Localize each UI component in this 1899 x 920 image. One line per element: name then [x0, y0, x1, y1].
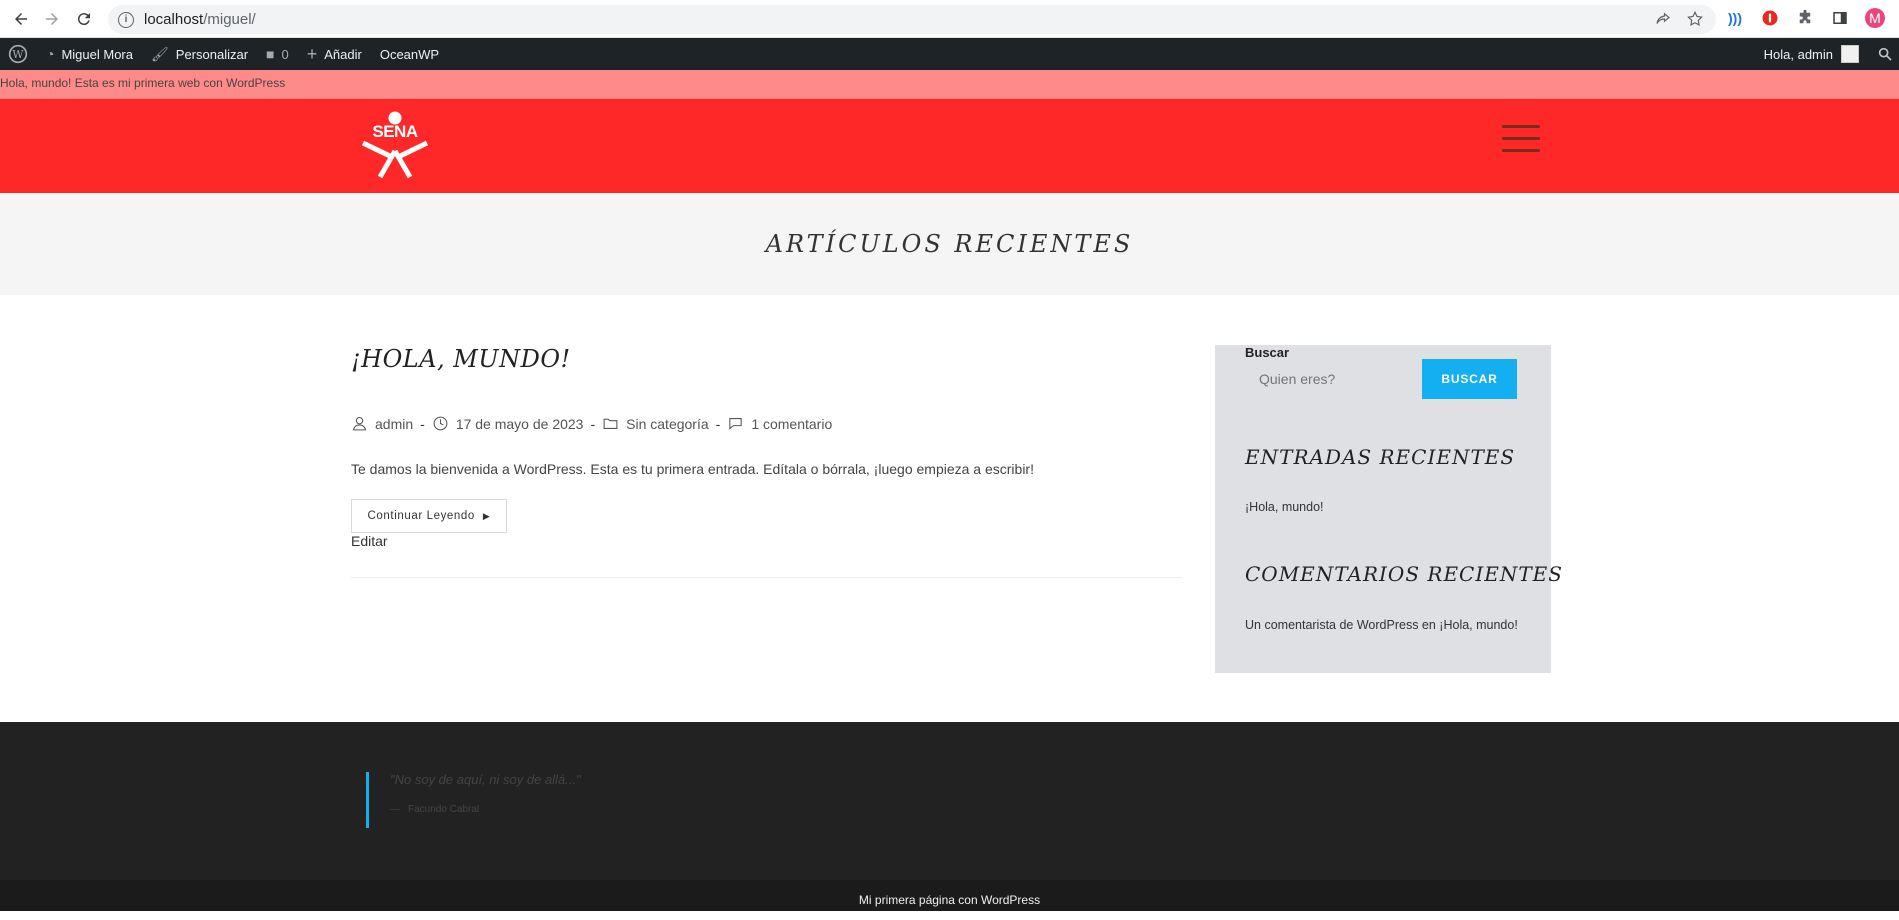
- site-info-icon[interactable]: i: [118, 11, 134, 28]
- quote-author: — Facundo Cabral: [390, 804, 480, 815]
- article-divider: [351, 577, 1182, 578]
- recent-posts-title: ENTRADAS RECIENTES: [1245, 445, 1516, 469]
- url-host: localhost: [144, 11, 204, 28]
- address-bar[interactable]: i localhost/miguel/: [108, 5, 1716, 34]
- adblock-extension-icon[interactable]: [1760, 8, 1780, 28]
- continue-reading-label: Continuar Leyendo: [367, 510, 475, 522]
- top-bar: Hola, mundo! Esta es mi primera web con …: [0, 70, 1899, 99]
- admin-greeting: Hola, admin: [1763, 46, 1833, 62]
- post-article: ¡HOLA, MUNDO! admin - 17 de mayo de 2023…: [351, 345, 1182, 578]
- post-comments[interactable]: 1 comentario: [727, 415, 832, 432]
- post-category[interactable]: Sin categoría: [602, 415, 709, 432]
- extensions-area: ))) M: [1725, 8, 1885, 28]
- wordpress-logo-menu[interactable]: W: [0, 38, 38, 70]
- admin-account-area: Hola, admin: [1756, 38, 1899, 70]
- brush-icon: 🖌: [151, 45, 169, 62]
- back-button[interactable]: [6, 4, 36, 34]
- side-panel-icon[interactable]: [1830, 8, 1850, 28]
- add-new-menu[interactable]: + Añadir: [299, 38, 372, 70]
- wp-admin-bar: W ◔ Miguel Mora 🖌 Personalizar ■ 0 + Aña…: [0, 38, 1899, 70]
- url-path: /miguel/: [203, 11, 256, 28]
- dashboard-icon: ◔: [46, 46, 55, 62]
- date-text: 17 de mayo de 2023: [455, 415, 584, 432]
- sena-logo[interactable]: SENA: [360, 111, 430, 179]
- recent-comments-title: COMENTARIOS RECIENTES: [1245, 562, 1563, 586]
- oceanwp-menu[interactable]: OceanWP: [372, 38, 449, 70]
- wifi-extension-icon[interactable]: ))): [1725, 8, 1745, 28]
- recent-comment-link[interactable]: Un comentarista de WordPress en ¡Hola, m…: [1245, 618, 1518, 632]
- comments-count: 0: [281, 46, 289, 62]
- share-icon[interactable]: [1654, 10, 1672, 28]
- site-header: SENA: [0, 99, 1899, 193]
- folder-icon: [603, 418, 618, 429]
- add-new-label: Añadir: [324, 46, 362, 62]
- recent-post-link[interactable]: ¡Hola, mundo!: [1245, 500, 1324, 514]
- customize-link[interactable]: 🖌 Personalizar: [143, 38, 258, 70]
- sidebar: Buscar BUSCAR ENTRADAS RECIENTES ¡Hola, …: [1215, 345, 1562, 673]
- search-icon: [1878, 47, 1892, 61]
- post-date: 17 de mayo de 2023: [432, 415, 584, 432]
- user-icon: [352, 416, 367, 431]
- extensions-puzzle-icon[interactable]: [1795, 8, 1815, 28]
- site-name: Miguel Mora: [61, 46, 133, 62]
- post-excerpt: Te damos la bienvenida a WordPress. Esta…: [351, 461, 1034, 477]
- quote-author-name: Facundo Cabral: [408, 804, 480, 815]
- search-input[interactable]: [1245, 359, 1422, 399]
- oceanwp-label: OceanWP: [379, 46, 440, 62]
- profile-avatar[interactable]: M: [1865, 8, 1885, 28]
- admin-search-button[interactable]: [1869, 38, 1899, 70]
- category-text: Sin categoría: [626, 415, 709, 432]
- comment-icon: [729, 418, 743, 430]
- forward-button[interactable]: [37, 4, 67, 34]
- search-button[interactable]: BUSCAR: [1422, 359, 1517, 399]
- post-meta: admin - 17 de mayo de 2023 - Sin categor…: [351, 415, 832, 432]
- copyright-text: Mi primera página con WordPress: [858, 893, 1041, 907]
- quote-text: "No soy de aquí, ni soy de allá...": [390, 772, 581, 787]
- clock-icon: [433, 416, 448, 431]
- page-header: ARTÍCULOS RECIENTES: [0, 193, 1899, 295]
- hamburger-menu-button[interactable]: [1502, 125, 1540, 155]
- chevron-right-icon: ▶: [482, 510, 491, 521]
- footer-widgets: "No soy de aquí, ni soy de allá..." — Fac…: [0, 722, 1899, 880]
- comment-bubble-icon: ■: [266, 46, 275, 62]
- comments-link[interactable]: ■ 0: [258, 38, 299, 70]
- post-author[interactable]: admin: [351, 415, 413, 432]
- reload-button[interactable]: [69, 4, 99, 34]
- arrow-left-icon: [15, 13, 27, 25]
- page-title: ARTÍCULOS RECIENTES: [765, 230, 1134, 258]
- my-account-menu[interactable]: Hola, admin: [1756, 38, 1869, 70]
- edit-post-link[interactable]: Editar: [351, 533, 388, 549]
- comments-text: 1 comentario: [751, 415, 833, 432]
- bookmark-star-icon[interactable]: [1686, 10, 1704, 28]
- reload-icon: [77, 13, 90, 26]
- wordpress-icon: W: [8, 44, 28, 64]
- browser-toolbar: i localhost/miguel/ ))) M: [0, 0, 1899, 38]
- author-name: admin: [375, 415, 414, 432]
- svg-text:W: W: [12, 48, 24, 61]
- footer-copyright: Mi primera página con WordPress: [0, 880, 1899, 911]
- search-label: Buscar: [1245, 345, 1290, 360]
- post-title[interactable]: ¡HOLA, MUNDO!: [351, 345, 1182, 373]
- continue-reading-button[interactable]: Continuar Leyendo ▶: [351, 499, 507, 533]
- footer-quote: "No soy de aquí, ni soy de allá..." — Fac…: [366, 772, 581, 828]
- omnibox-actions: [1654, 10, 1704, 28]
- logo-text: SENA: [372, 122, 418, 141]
- site-name-menu[interactable]: ◔ Miguel Mora: [38, 38, 143, 70]
- plus-icon: +: [306, 43, 318, 64]
- admin-avatar: [1841, 45, 1859, 63]
- customize-label: Personalizar: [175, 46, 249, 62]
- top-bar-text: Hola, mundo! Esta es mi primera web con …: [0, 76, 286, 90]
- arrow-right-icon: [46, 13, 58, 25]
